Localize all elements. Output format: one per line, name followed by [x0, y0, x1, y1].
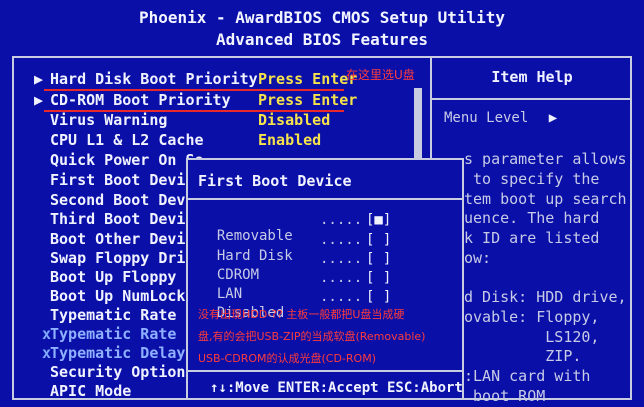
- annotation-note: USB-CDROM的认成光盘(CD-ROM): [198, 352, 376, 365]
- annotation-note: 没有出现HDD-?? 主板一般都把U盘当成硬: [198, 308, 405, 321]
- menu-item-value: Press Enter: [258, 91, 358, 109]
- option-checkbox[interactable]: [ ]: [366, 270, 391, 286]
- submenu-arrow-icon: ▶: [34, 91, 44, 109]
- menu-item-label: Boot Up NumLock S: [50, 287, 204, 305]
- option-checkbox[interactable]: [ ]: [366, 251, 391, 267]
- menu-item-label: Typematic Rate (C: [50, 325, 204, 343]
- menu-item-label: Typematic Delay (: [50, 344, 204, 362]
- popup-separator: [188, 198, 462, 200]
- menu-item-label: Typematic Rate Se: [50, 306, 204, 324]
- annotation-text: 在这里选U盘: [346, 68, 415, 82]
- option-dots: .....: [320, 212, 363, 228]
- bios-title: Phoenix - AwardBIOS CMOS Setup Utility: [138, 8, 506, 27]
- menu-item-label: CD-ROM Boot Priority: [50, 91, 231, 109]
- annotation-underline: [44, 110, 344, 112]
- menu-item-label: Quick Power On Se: [50, 151, 204, 169]
- menu-item-label: Swap Floppy Drive: [50, 249, 204, 267]
- help-text: s parameter allows to specify the tem bo…: [464, 150, 627, 267]
- annotation-underline: [44, 89, 344, 91]
- menu-item-label: Boot Other Device: [50, 230, 204, 248]
- submenu-arrow-icon: ▶: [34, 70, 44, 88]
- option-checkbox[interactable]: [ ]: [366, 289, 391, 305]
- option-checkbox[interactable]: [ ]: [366, 232, 391, 248]
- menu-item-label: Virus Warning: [50, 111, 168, 129]
- menu-item-label: Hard Disk Boot Priority: [50, 70, 258, 88]
- menu-level: Menu Level ▶: [444, 110, 557, 126]
- menu-item-value: Disabled: [258, 111, 331, 129]
- menu-item-label: Second Boot Devic: [50, 191, 204, 209]
- option-dots: .....: [320, 251, 363, 267]
- popup-title: First Boot Device: [198, 172, 352, 190]
- menu-item-label: Third Boot Device: [50, 210, 204, 228]
- option-dots: .....: [320, 289, 363, 305]
- menu-item-label: APIC Mode: [50, 382, 132, 400]
- menu-item-label: Boot Up Floppy Se: [50, 268, 204, 286]
- popup-footer-separator: [188, 370, 462, 372]
- menu-item-label: First Boot Device: [50, 171, 204, 189]
- menu-item-label: Security Option: [50, 363, 186, 381]
- option-dots: .....: [320, 232, 363, 248]
- page-title: Advanced BIOS Features: [216, 30, 428, 49]
- option-checkbox[interactable]: [■]: [366, 212, 391, 228]
- help-title: Item Help: [491, 68, 573, 86]
- popup-key-hints: ↑↓:Move ENTER:Accept ESC:Abort: [210, 380, 463, 396]
- menu-item-value: Enabled: [258, 131, 322, 149]
- annotation-note: 盘,有的会把USB-ZIP的当成软盘(Removable): [198, 330, 426, 343]
- scrollbar[interactable]: [414, 88, 422, 158]
- menu-item-label: CPU L1 & L2 Cache: [50, 131, 204, 149]
- option-dots: .....: [320, 270, 363, 286]
- menu-item-value: Press Enter: [258, 70, 358, 88]
- help-text-continued: d Disk: HDD drive, ovable: Floppy, LS120…: [464, 288, 627, 405]
- chevron-right-icon: ▶: [548, 110, 558, 126]
- menu-level-label: Menu Level: [444, 110, 529, 126]
- help-separator: [432, 98, 632, 100]
